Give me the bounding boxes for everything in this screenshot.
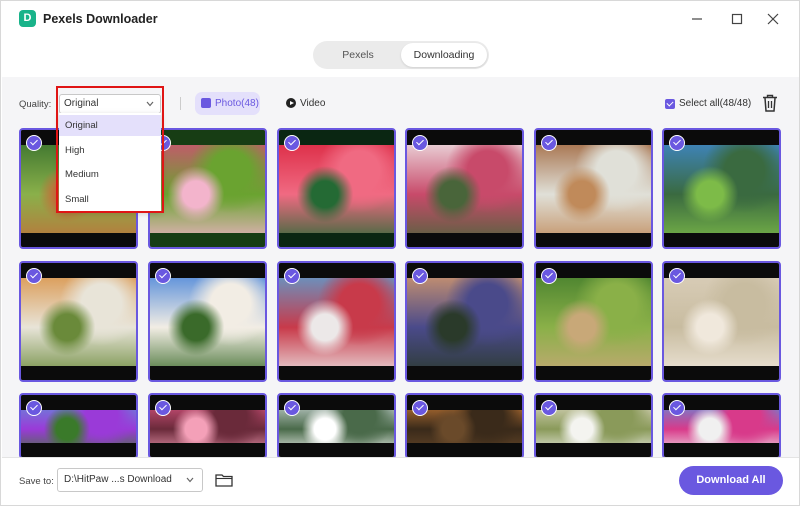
- trash-icon: [763, 94, 777, 112]
- mode-tabs: Pexels Downloading: [313, 41, 489, 69]
- video-filter-button[interactable]: Video: [285, 92, 325, 115]
- photo-tile-pagoda-house[interactable]: [148, 261, 267, 382]
- photo-tile-mountain-meadow[interactable]: [662, 128, 781, 249]
- tile-checkbox-icon[interactable]: [541, 135, 557, 151]
- tile-checkbox-icon[interactable]: [26, 268, 42, 284]
- tile-checkbox-icon[interactable]: [412, 268, 428, 284]
- tile-checkbox-icon[interactable]: [26, 400, 42, 416]
- download-all-button[interactable]: Download All: [679, 466, 783, 495]
- photo-tile-building-side[interactable]: [277, 393, 396, 459]
- photo-filter-label: Photo(48): [215, 98, 259, 109]
- minimize-icon: [692, 18, 702, 20]
- photo-tile-small-bird[interactable]: [534, 261, 653, 382]
- divider: [180, 97, 181, 110]
- delete-button[interactable]: [762, 94, 778, 112]
- select-all-checkbox[interactable]: Select all(48/48): [665, 98, 751, 110]
- folder-icon: [215, 474, 233, 487]
- photo-filter-button[interactable]: Photo(48): [195, 92, 260, 115]
- photo-tile-tulip-field[interactable]: [277, 261, 396, 382]
- quality-label: Quality:: [19, 99, 52, 110]
- tile-checkbox-icon[interactable]: [412, 400, 428, 416]
- tab-downloading[interactable]: Downloading: [401, 43, 487, 67]
- photo-tile-bougainvillea-house[interactable]: [662, 393, 781, 459]
- save-path-value: D:\HitPaw ...s Download: [64, 474, 172, 485]
- app-title: Pexels Downloader: [43, 12, 158, 26]
- tile-checkbox-icon[interactable]: [284, 268, 300, 284]
- highlight-box: [56, 86, 164, 213]
- open-folder-button[interactable]: [215, 473, 233, 487]
- app-logo-icon: D: [19, 10, 36, 27]
- minimize-button[interactable]: [687, 9, 707, 29]
- photo-tile-house-arch[interactable]: [405, 128, 524, 249]
- close-icon: [767, 13, 779, 25]
- photo-icon: [201, 98, 211, 108]
- tile-checkbox-icon[interactable]: [669, 135, 685, 151]
- title-bar: D Pexels Downloader: [1, 1, 800, 37]
- tile-checkbox-icon[interactable]: [155, 400, 171, 416]
- photo-tile-pink-flowers[interactable]: [148, 128, 267, 249]
- photo-tile-woman-portrait[interactable]: [19, 261, 138, 382]
- tile-checkbox-icon[interactable]: [541, 400, 557, 416]
- photo-tile-bleeding-hearts[interactable]: [148, 393, 267, 459]
- chevron-down-icon: [186, 477, 194, 483]
- tile-checkbox-icon[interactable]: [284, 400, 300, 416]
- tile-checkbox-icon[interactable]: [155, 268, 171, 284]
- save-path-select[interactable]: D:\HitPaw ...s Download: [57, 468, 203, 492]
- app-window: D Pexels Downloader Pexels Downloading Q…: [0, 0, 800, 506]
- tile-checkbox-icon[interactable]: [412, 135, 428, 151]
- photo-tile-daisies[interactable]: [534, 393, 653, 459]
- photo-tile-glass-bokeh[interactable]: [405, 393, 524, 459]
- tile-checkbox-icon[interactable]: [669, 268, 685, 284]
- tab-pexels[interactable]: Pexels: [315, 43, 401, 67]
- play-icon: [286, 98, 296, 108]
- close-button[interactable]: [763, 9, 783, 29]
- maximize-button[interactable]: [727, 9, 747, 29]
- photo-tile-blurred-grass[interactable]: [662, 261, 781, 382]
- photo-tile-purple-flowers[interactable]: [19, 393, 138, 459]
- tile-checkbox-icon[interactable]: [669, 400, 685, 416]
- save-to-label: Save to:: [19, 476, 54, 487]
- checkbox-checked-icon: [665, 99, 675, 109]
- tile-checkbox-icon[interactable]: [284, 135, 300, 151]
- tile-checkbox-icon[interactable]: [26, 135, 42, 151]
- photo-tile-wooden-bench[interactable]: [534, 128, 653, 249]
- photo-tile-red-rose[interactable]: [277, 128, 396, 249]
- tile-checkbox-icon[interactable]: [541, 268, 557, 284]
- select-all-label: Select all(48/48): [679, 98, 752, 109]
- video-filter-label: Video: [300, 98, 326, 109]
- maximize-icon: [731, 13, 743, 25]
- photo-tile-misty-field[interactable]: [405, 261, 524, 382]
